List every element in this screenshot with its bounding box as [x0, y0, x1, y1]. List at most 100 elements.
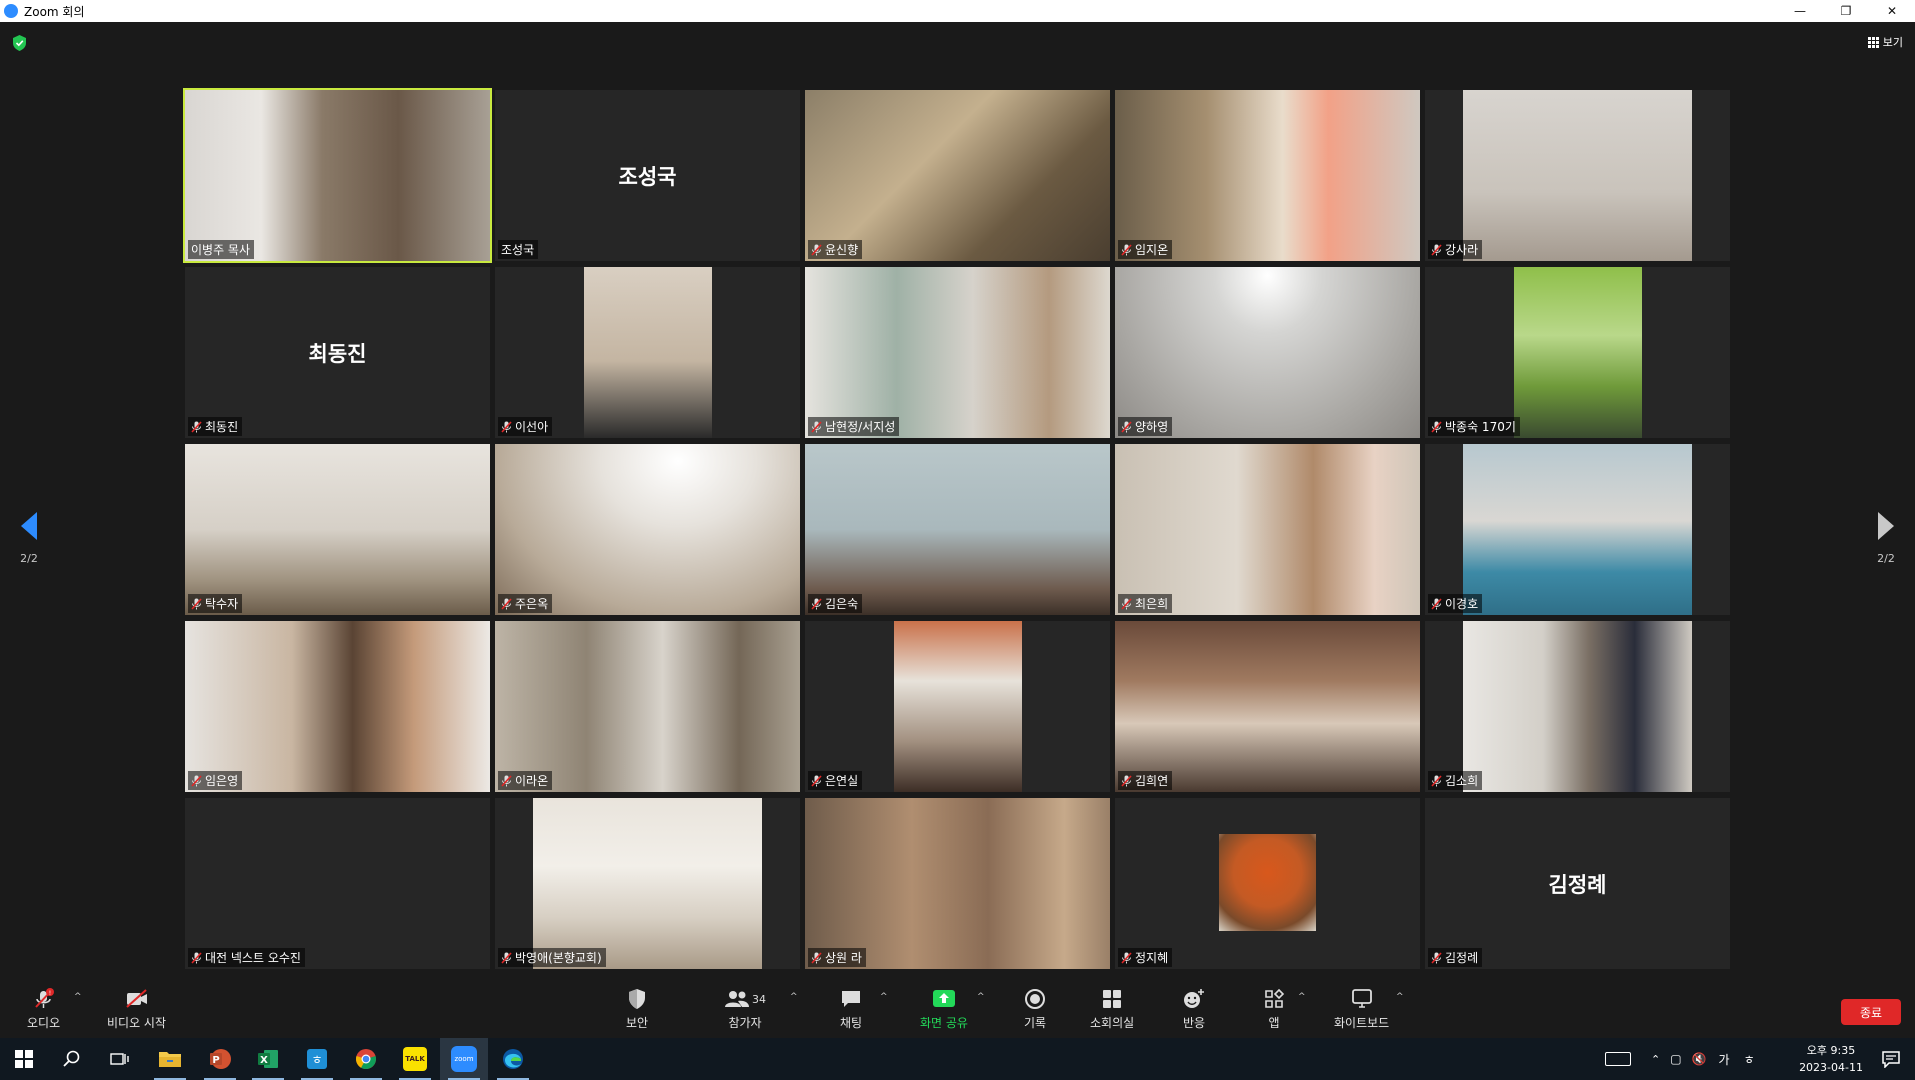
apps-options-caret-icon[interactable]: ^ — [1298, 992, 1306, 1002]
audio-options-caret-icon[interactable]: ^ — [74, 992, 82, 1002]
kakaotalk-icon: TALK — [403, 1047, 427, 1071]
file-explorer-taskbar-button[interactable] — [146, 1038, 194, 1080]
security-button[interactable]: 보안 — [624, 988, 650, 1031]
participant-tile[interactable]: 이선아 — [495, 267, 800, 438]
security-label: 보안 — [625, 1016, 649, 1030]
volume-muted-icon[interactable]: 🔇 — [1692, 1052, 1707, 1066]
encryption-shield-icon[interactable] — [12, 35, 27, 51]
record-button[interactable]: 기록 — [1022, 988, 1048, 1031]
chrome-taskbar-button[interactable] — [342, 1038, 390, 1080]
show-hidden-icons-icon[interactable]: ⌃ — [1651, 1053, 1660, 1066]
participant-name-label: 조성국 — [498, 240, 539, 259]
previous-page-button[interactable]: 2/2 — [14, 512, 44, 565]
participant-tile[interactable]: 남현정/서지성 — [805, 267, 1110, 438]
muted-mic-icon — [1121, 774, 1132, 787]
apps-label: 앱 — [1268, 1016, 1280, 1030]
whiteboard-options-caret-icon[interactable]: ^ — [1396, 992, 1404, 1002]
participant-tile[interactable]: 임은영 — [185, 621, 490, 792]
muted-mic-icon — [811, 420, 822, 433]
participant-tile[interactable]: 양하영 — [1115, 267, 1420, 438]
participant-video — [495, 621, 800, 792]
share-options-caret-icon[interactable]: ^ — [977, 992, 985, 1002]
share-screen-button[interactable]: 화면 공유 — [920, 988, 968, 1031]
participant-tile[interactable]: 박종숙 170기 — [1425, 267, 1730, 438]
breakout-rooms-label: 소회의실 — [1090, 1016, 1135, 1030]
participant-tile[interactable]: 임지온 — [1115, 90, 1420, 261]
participant-tile[interactable]: 박영애(본향교회) — [495, 798, 800, 969]
participant-tile[interactable]: 대전 넥스트 오수진 — [185, 798, 490, 969]
start-button[interactable] — [0, 1038, 48, 1080]
participant-tile[interactable]: 주은옥 — [495, 444, 800, 615]
participants-options-caret-icon[interactable]: ^ — [790, 992, 798, 1002]
participant-tile[interactable]: 탁수자 — [185, 444, 490, 615]
participant-tile[interactable]: 김희연 — [1115, 621, 1420, 792]
restore-button[interactable]: ❐ — [1823, 0, 1869, 22]
participant-display-name: 조성국 — [618, 164, 677, 189]
reactions-button[interactable]: 반응 — [1181, 988, 1207, 1031]
participant-tile[interactable]: 최동진 최동진 — [185, 267, 490, 438]
participant-name-label: 대전 넥스트 오수진 — [188, 948, 305, 967]
participant-tile[interactable]: 이경호 — [1425, 444, 1730, 615]
end-meeting-button[interactable]: 종료 — [1841, 999, 1901, 1025]
whiteboard-button[interactable]: 화이트보드 — [1334, 988, 1389, 1031]
participant-video — [185, 444, 490, 615]
participant-name-label: 박영애(본향교회) — [498, 948, 606, 967]
apps-button[interactable]: 앱 — [1261, 988, 1287, 1031]
participants-button[interactable]: 34 참가자 — [723, 988, 767, 1031]
notifications-button[interactable] — [1867, 1038, 1915, 1080]
participant-tile[interactable]: 김은숙 — [805, 444, 1110, 615]
participant-tile[interactable]: 조성국 조성국 — [495, 90, 800, 261]
participant-tile[interactable]: 이병주 목사 — [183, 88, 492, 263]
muted-mic-icon — [811, 774, 822, 787]
record-icon — [1022, 988, 1048, 1010]
powerpoint-taskbar-button[interactable]: P — [196, 1038, 244, 1080]
chat-button[interactable]: 채팅 — [838, 988, 864, 1031]
next-page-button[interactable]: 2/2 — [1871, 512, 1901, 565]
search-button[interactable] — [48, 1038, 96, 1080]
participant-name-label: 주은옥 — [498, 594, 553, 613]
task-view-button[interactable] — [96, 1038, 144, 1080]
chat-options-caret-icon[interactable]: ^ — [880, 992, 888, 1002]
window-title: Zoom 회의 — [24, 4, 85, 19]
ime-mode-indicator[interactable]: ㅎ — [1744, 1051, 1755, 1068]
participant-tile[interactable]: 김정례 김정례 — [1425, 798, 1730, 969]
participant-tile[interactable]: 은연실 — [805, 621, 1110, 792]
zoom-taskbar-button[interactable]: zoom — [440, 1038, 488, 1080]
participant-tile[interactable]: 상원 라 — [805, 798, 1110, 969]
network-icon[interactable]: ▢ — [1670, 1052, 1681, 1066]
kakaotalk-taskbar-button[interactable]: TALK — [391, 1038, 439, 1080]
audio-button[interactable]: ! 오디오 — [27, 988, 60, 1031]
participant-tile[interactable]: 최은희 — [1115, 444, 1420, 615]
hangul-taskbar-button[interactable]: ㅎ — [293, 1038, 341, 1080]
excel-taskbar-button[interactable]: X — [244, 1038, 292, 1080]
touch-keyboard-icon[interactable] — [1605, 1052, 1631, 1066]
audio-label: 오디오 — [27, 1016, 61, 1030]
participant-name-label: 이병주 목사 — [188, 240, 255, 259]
participant-tile[interactable]: 이라온 — [495, 621, 800, 792]
participant-video — [185, 621, 490, 792]
edge-taskbar-button[interactable] — [489, 1038, 537, 1080]
input-language-indicator[interactable]: 가 — [1719, 1051, 1730, 1068]
record-label: 기록 — [1023, 1016, 1047, 1030]
minimize-button[interactable]: — — [1777, 0, 1823, 22]
taskbar-clock[interactable]: 오후 9:35 2023-04-11 — [1799, 1042, 1863, 1076]
participant-tile[interactable]: 정지혜 — [1115, 798, 1420, 969]
window-titlebar: Zoom 회의 — ❐ ✕ — [0, 0, 1915, 22]
excel-icon: X — [258, 1050, 278, 1068]
participant-tile[interactable]: 강사라 — [1425, 90, 1730, 261]
muted-mic-icon — [191, 420, 202, 433]
view-button[interactable]: 보기 — [1867, 34, 1903, 50]
participant-video — [805, 90, 1110, 261]
smiley-plus-icon — [1181, 988, 1207, 1010]
close-button[interactable]: ✕ — [1869, 0, 1915, 22]
chrome-icon — [356, 1049, 376, 1070]
muted-mic-icon — [811, 951, 822, 964]
participant-tile[interactable]: 김소희 — [1425, 621, 1730, 792]
participant-video — [1463, 621, 1692, 792]
start-video-button[interactable]: 비디오 시작 — [107, 988, 166, 1031]
breakout-rooms-button[interactable]: 소회의실 — [1090, 988, 1134, 1031]
clock-date: 2023-04-11 — [1799, 1061, 1863, 1074]
shield-icon — [624, 988, 650, 1010]
participant-tile[interactable]: 윤신향 — [805, 90, 1110, 261]
profile-picture — [1219, 834, 1316, 931]
